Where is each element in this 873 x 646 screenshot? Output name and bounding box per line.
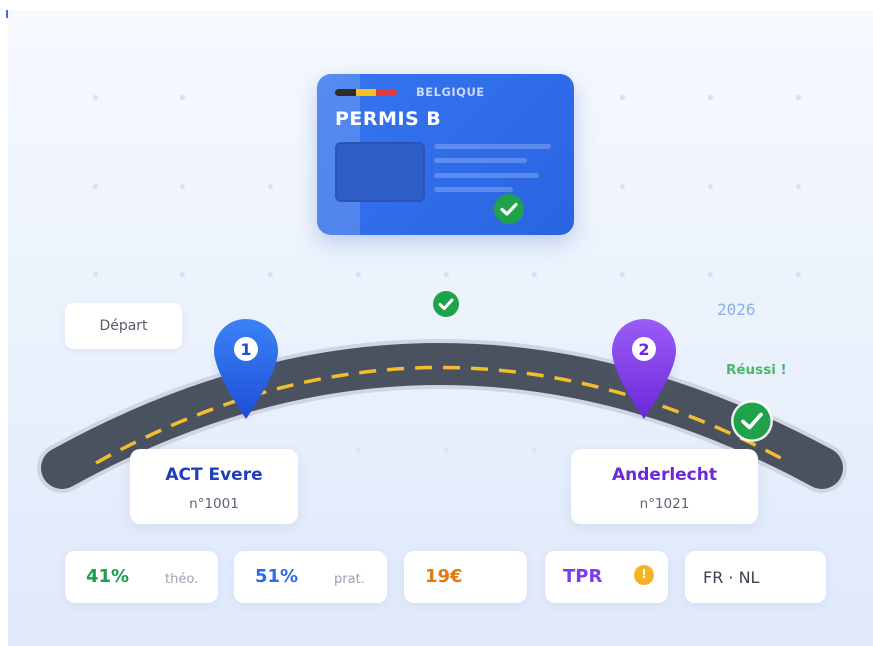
station-2-pin-icon: 2 [606,319,682,419]
price-value: 19€ [425,566,463,587]
station-1-number: 1 [240,340,251,359]
station-card-act-evere[interactable]: ACT Evere n°1001 [130,449,298,524]
languages-tile: FR · NL [685,551,826,603]
hero-illustration: BELGIQUE PERMIS B Départ 2026 Réussi ! 1… [8,10,873,646]
practice-label: prat. [334,572,365,587]
price-tile: 19€ [404,551,527,603]
theory-label: théo. [165,572,199,587]
station-code: n°1021 [639,496,690,512]
station-2-number: 2 [638,340,649,359]
practice-pass-rate: 51% [255,566,299,587]
station-name: Anderlecht [611,465,717,485]
station-code: n°1001 [189,496,239,512]
station-1-pin-icon: 1 [208,319,284,419]
theory-pass-rate: 41% [86,566,130,587]
tpr-tile: TPR [545,551,668,603]
passed-check-icon [731,400,773,442]
theory-pass-rate-tile: 41% théo. [65,551,218,603]
station-name: ACT Evere [165,465,263,485]
info-icon[interactable] [634,565,654,585]
practice-pass-rate-tile: 51% prat. [234,551,387,603]
station-card-anderlecht[interactable]: Anderlecht n°1021 [571,449,758,524]
tpr-value: TPR [563,566,603,587]
languages-value: FR · NL [703,568,760,587]
